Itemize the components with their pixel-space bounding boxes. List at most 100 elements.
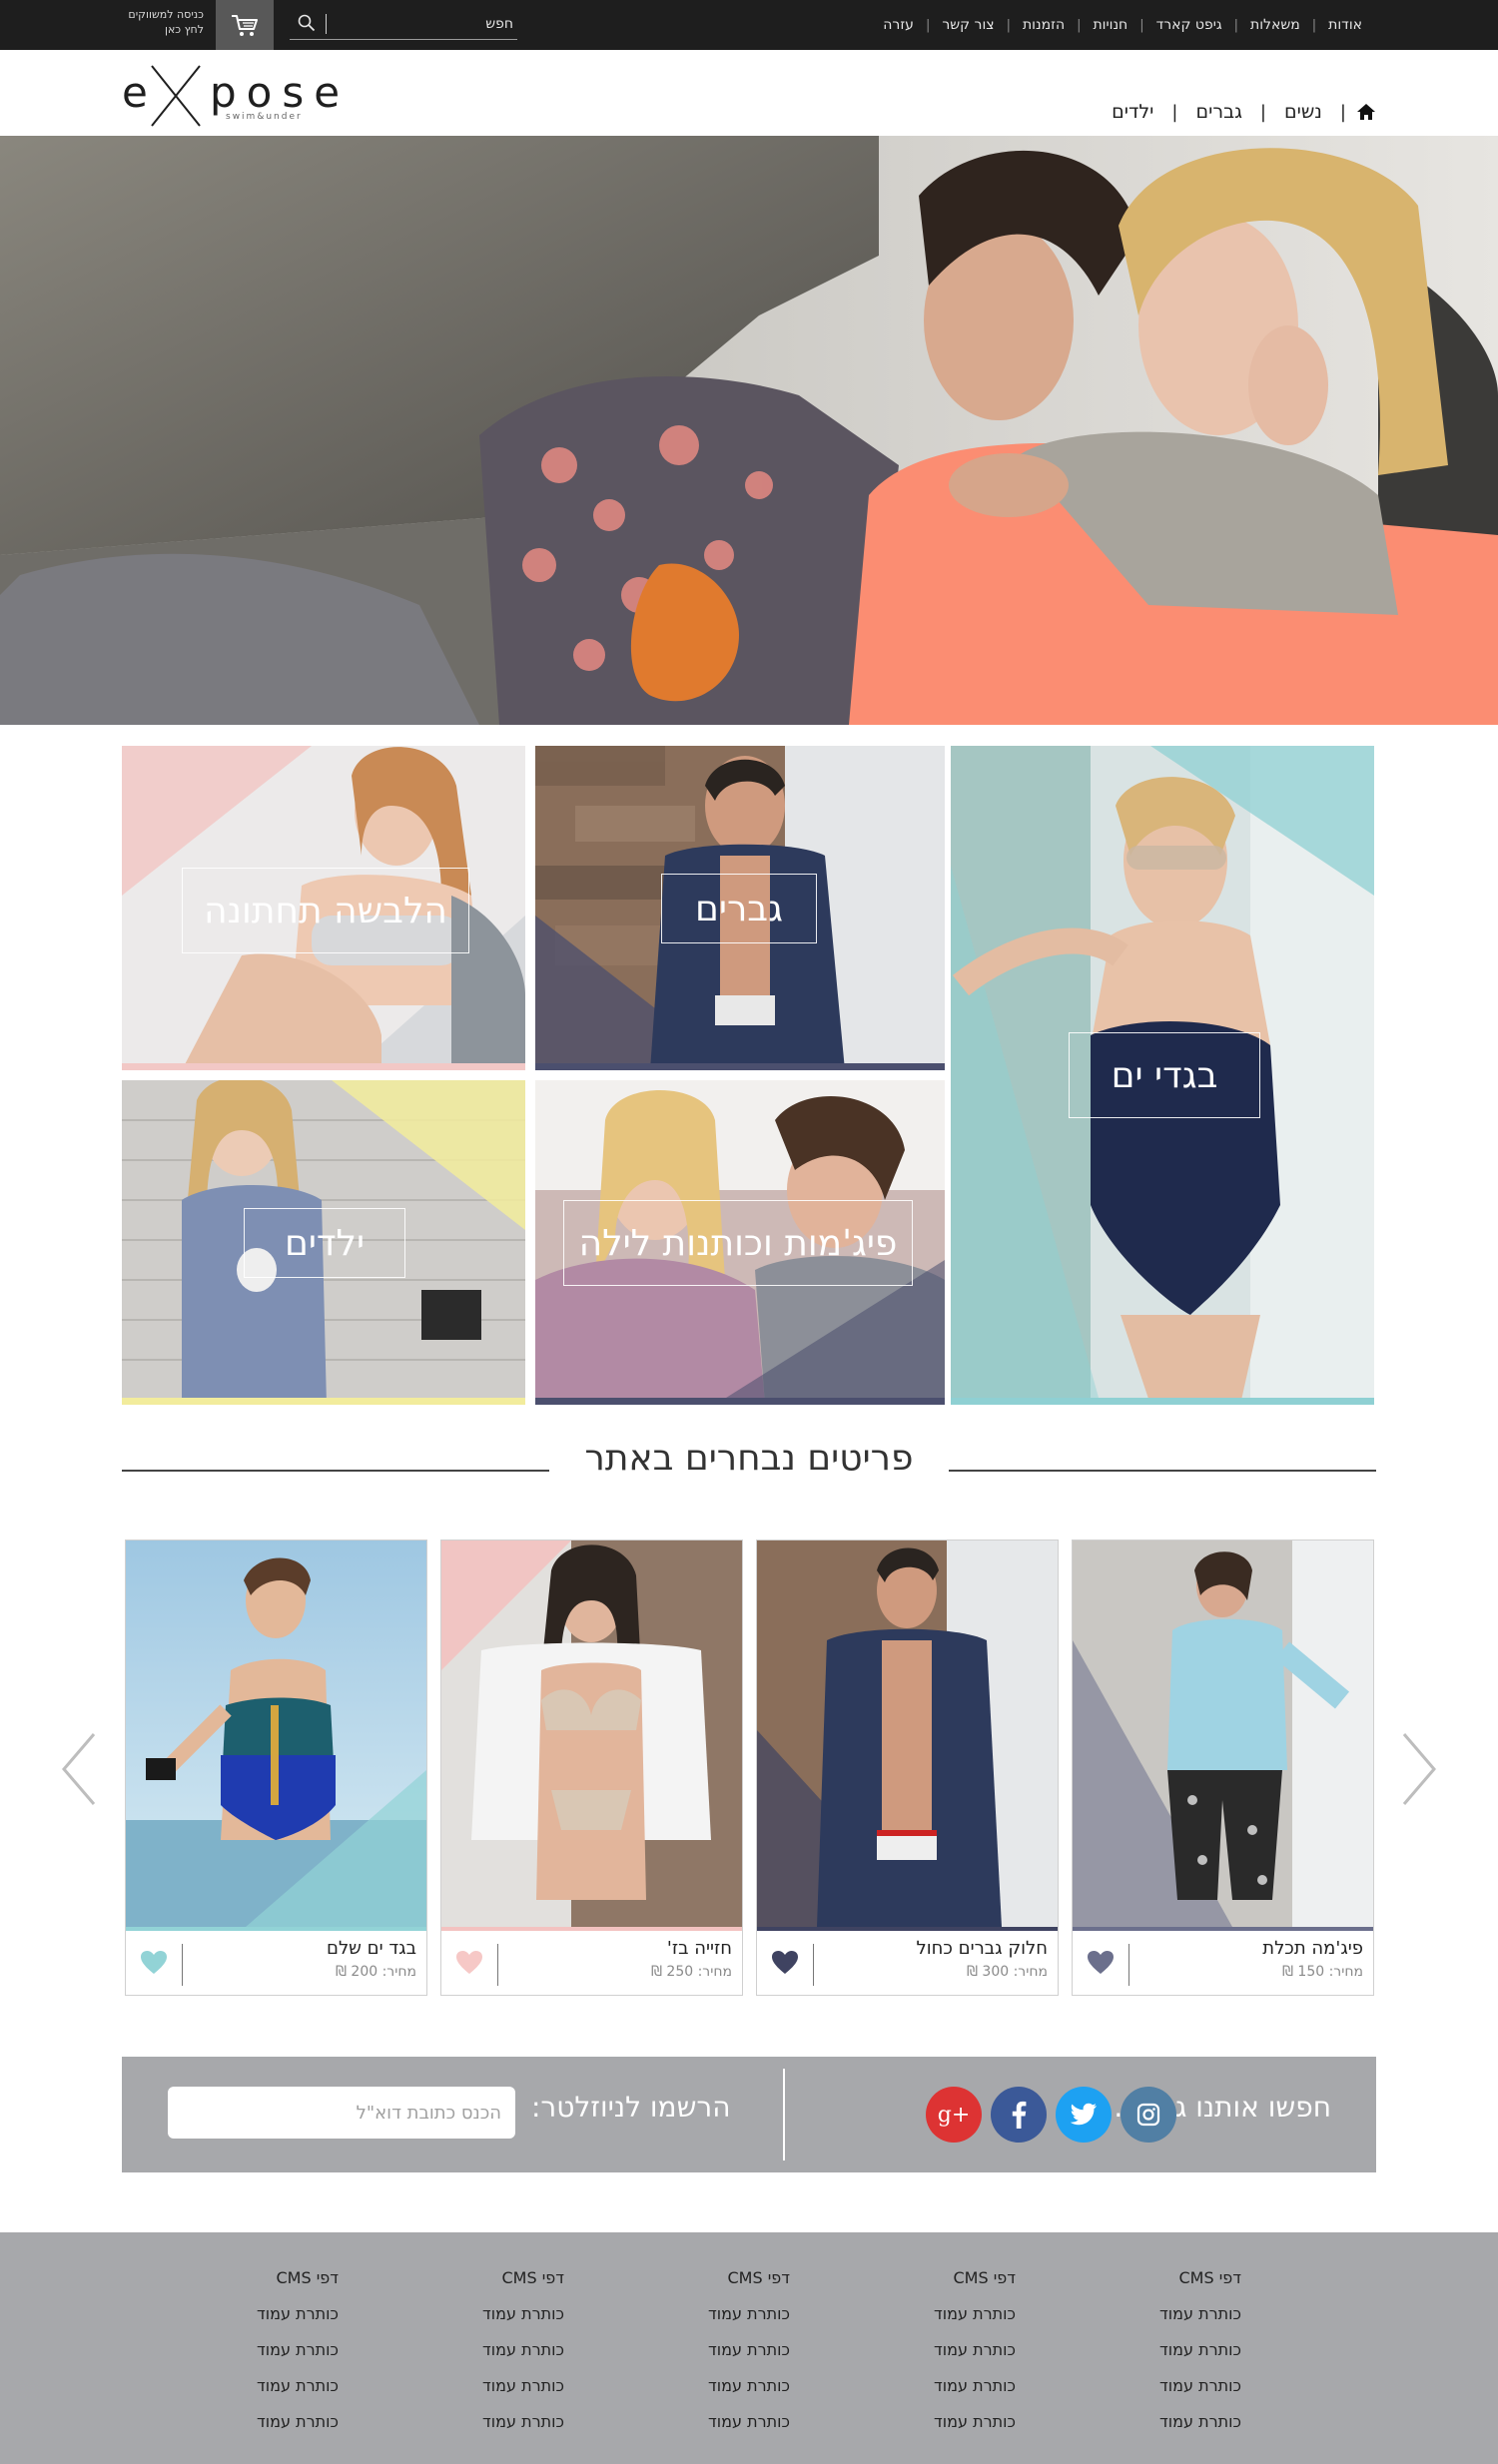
main-nav: | נשים | גברים | ילדים (1094, 98, 1376, 126)
top-nav-wishlist[interactable]: משאלות (1238, 17, 1312, 33)
instagram-icon (1136, 2103, 1160, 2127)
hero-banner[interactable] (0, 136, 1498, 725)
footer-link[interactable]: כותרת עמוד (866, 2376, 1016, 2412)
footer-link[interactable]: כותרת עמוד (189, 2412, 339, 2448)
cart-button[interactable] (216, 0, 274, 50)
footer-link[interactable]: כותרת עמוד (1092, 2304, 1241, 2340)
category-tile-men[interactable]: גברים (535, 746, 945, 1070)
home-icon[interactable] (1356, 102, 1376, 122)
logo-tagline: swim&under (226, 112, 303, 122)
product-image (126, 1540, 426, 1927)
product-name: פיג'מה תכלת (1262, 1938, 1363, 1959)
newsletter-label: הרשמו לניוזלטר: (531, 2091, 731, 2124)
footer: דפי CMS כותרת עמוד כותרת עמוד כותרת עמוד… (0, 2232, 1498, 2464)
featured-title: פריטים נבחרים באתר (584, 1438, 914, 1479)
footer-column: דפי CMS כותרת עמוד כותרת עמוד כותרת עמוד… (866, 2268, 1016, 2448)
footer-link[interactable]: כותרת עמוד (866, 2304, 1016, 2340)
category-tile-kids[interactable]: ילדים (122, 1080, 525, 1405)
product-price: מחיר: 300 ₪ (966, 1964, 1048, 1980)
wishlist-heart-icon[interactable] (1087, 1950, 1115, 1976)
footer-link[interactable]: כותרת עמוד (640, 2304, 790, 2340)
carousel-prev-arrow[interactable] (60, 1732, 100, 1806)
wishlist-heart-icon[interactable] (455, 1950, 483, 1976)
top-nav-help[interactable]: עזרה (871, 17, 926, 33)
footer-link[interactable]: כותרת עמוד (640, 2376, 790, 2412)
search-icon[interactable] (298, 14, 316, 32)
top-nav: אודות | משאלות | גיפט קארד | חנויות | הזמנות… (871, 0, 1374, 50)
carousel-next-arrow[interactable] (1398, 1732, 1438, 1806)
kids-accent-strip (122, 1398, 525, 1405)
instagram-button[interactable] (1121, 2087, 1176, 2143)
nav-separator: | (1077, 17, 1082, 33)
facebook-icon (1012, 2101, 1027, 2129)
newsletter-email-input[interactable] (168, 2087, 515, 2139)
band-divider (783, 2069, 785, 2160)
footer-link[interactable]: כותרת עמוד (1092, 2412, 1241, 2448)
nav-kids[interactable]: ילדים (1094, 101, 1171, 123)
footer-link[interactable]: כותרת עמוד (866, 2412, 1016, 2448)
nav-separator: | (1139, 17, 1144, 33)
top-nav-contact[interactable]: צור קשר (930, 17, 1006, 33)
brand-logo[interactable]: expose e pose swim&under (122, 64, 340, 130)
category-label-pajamas: פיג'מות וכותנות לילה (563, 1200, 913, 1286)
product-price: מחיר: 250 ₪ (650, 1964, 732, 1980)
product-accent-strip (126, 1927, 426, 1931)
product-image (441, 1540, 742, 1927)
category-tile-swimwear[interactable]: בגדי ים (951, 746, 1374, 1405)
product-name: בגד ים שלם (327, 1938, 416, 1959)
footer-column-title: דפי CMS (276, 2268, 339, 2287)
footer-column: דפי CMS כותרת עמוד כותרת עמוד כותרת עמוד… (414, 2268, 564, 2448)
search-box (290, 8, 517, 40)
wholesale-line-2: לחץ כאן (164, 23, 204, 36)
footer-column: דפי CMS כותרת עמוד כותרת עמוד כותרת עמוד… (640, 2268, 790, 2448)
featured-heading: פריטים נבחרים באתר (122, 1438, 1376, 1488)
product-accent-strip (441, 1927, 742, 1931)
footer-link[interactable]: כותרת עמוד (640, 2340, 790, 2376)
card-divider (1128, 1944, 1129, 1986)
footer-link[interactable]: כותרת עמוד (414, 2340, 564, 2376)
top-nav-about[interactable]: אודות (1316, 17, 1374, 33)
footer-link[interactable]: כותרת עמוד (866, 2340, 1016, 2376)
nav-women[interactable]: נשים (1266, 101, 1340, 123)
product-card-swimsuit[interactable]: בגד ים שלם מחיר: 200 ₪ (125, 1540, 427, 1996)
footer-link[interactable]: כותרת עמוד (414, 2304, 564, 2340)
top-nav-orders[interactable]: הזמנות (1011, 17, 1077, 33)
product-card-beige-bra[interactable]: חזייה בז' מחיר: 250 ₪ (440, 1540, 743, 1996)
underwear-accent-strip (122, 1063, 525, 1070)
google-plus-icon: g+ (937, 2102, 971, 2128)
top-nav-stores[interactable]: חנויות (1081, 17, 1139, 33)
nav-men[interactable]: גברים (1178, 101, 1260, 123)
men-accent-strip (535, 1063, 945, 1070)
footer-column: דפי CMS כותרת עמוד כותרת עמוד כותרת עמוד… (1092, 2268, 1241, 2448)
swimwear-accent-strip (951, 1398, 1374, 1405)
footer-link[interactable]: כותרת עמוד (640, 2412, 790, 2448)
card-divider (497, 1944, 498, 1986)
card-divider (813, 1944, 814, 1986)
product-image (757, 1540, 1058, 1927)
twitter-button[interactable] (1056, 2087, 1112, 2143)
category-tile-pajamas[interactable]: פיג'מות וכותנות לילה (535, 1080, 945, 1405)
footer-link[interactable]: כותרת עמוד (414, 2412, 564, 2448)
product-card-blue-pajama[interactable]: פיג'מה תכלת מחיר: 150 ₪ (1072, 1540, 1374, 1996)
footer-link[interactable]: כותרת עמוד (1092, 2376, 1241, 2412)
category-label-men: גברים (661, 874, 817, 943)
footer-link[interactable]: כותרת עמוד (1092, 2340, 1241, 2376)
top-bar: אודות | משאלות | גיפט קארד | חנויות | הזמנות… (0, 0, 1498, 50)
search-input[interactable] (334, 10, 513, 38)
footer-link[interactable]: כותרת עמוד (189, 2304, 339, 2340)
card-divider (182, 1944, 183, 1986)
wishlist-heart-icon[interactable] (771, 1950, 799, 1976)
wholesale-login-link[interactable]: כניסה למשווקים לחץ כאן (108, 7, 204, 37)
top-nav-gift-card[interactable]: גיפט קארד (1144, 17, 1234, 33)
product-image (1073, 1540, 1373, 1927)
google-plus-button[interactable]: g+ (926, 2087, 982, 2143)
category-tile-underwear[interactable]: הלבשה תחתונה (122, 746, 525, 1070)
footer-column-title: דפי CMS (953, 2268, 1016, 2287)
footer-link[interactable]: כותרת עמוד (189, 2376, 339, 2412)
footer-link[interactable]: כותרת עמוד (414, 2376, 564, 2412)
product-card-mens-robe[interactable]: חלוק גברים כחול מחיר: 300 ₪ (756, 1540, 1059, 1996)
facebook-button[interactable] (991, 2087, 1047, 2143)
nav-separator: | (1339, 101, 1346, 123)
wishlist-heart-icon[interactable] (140, 1950, 168, 1976)
footer-link[interactable]: כותרת עמוד (189, 2340, 339, 2376)
